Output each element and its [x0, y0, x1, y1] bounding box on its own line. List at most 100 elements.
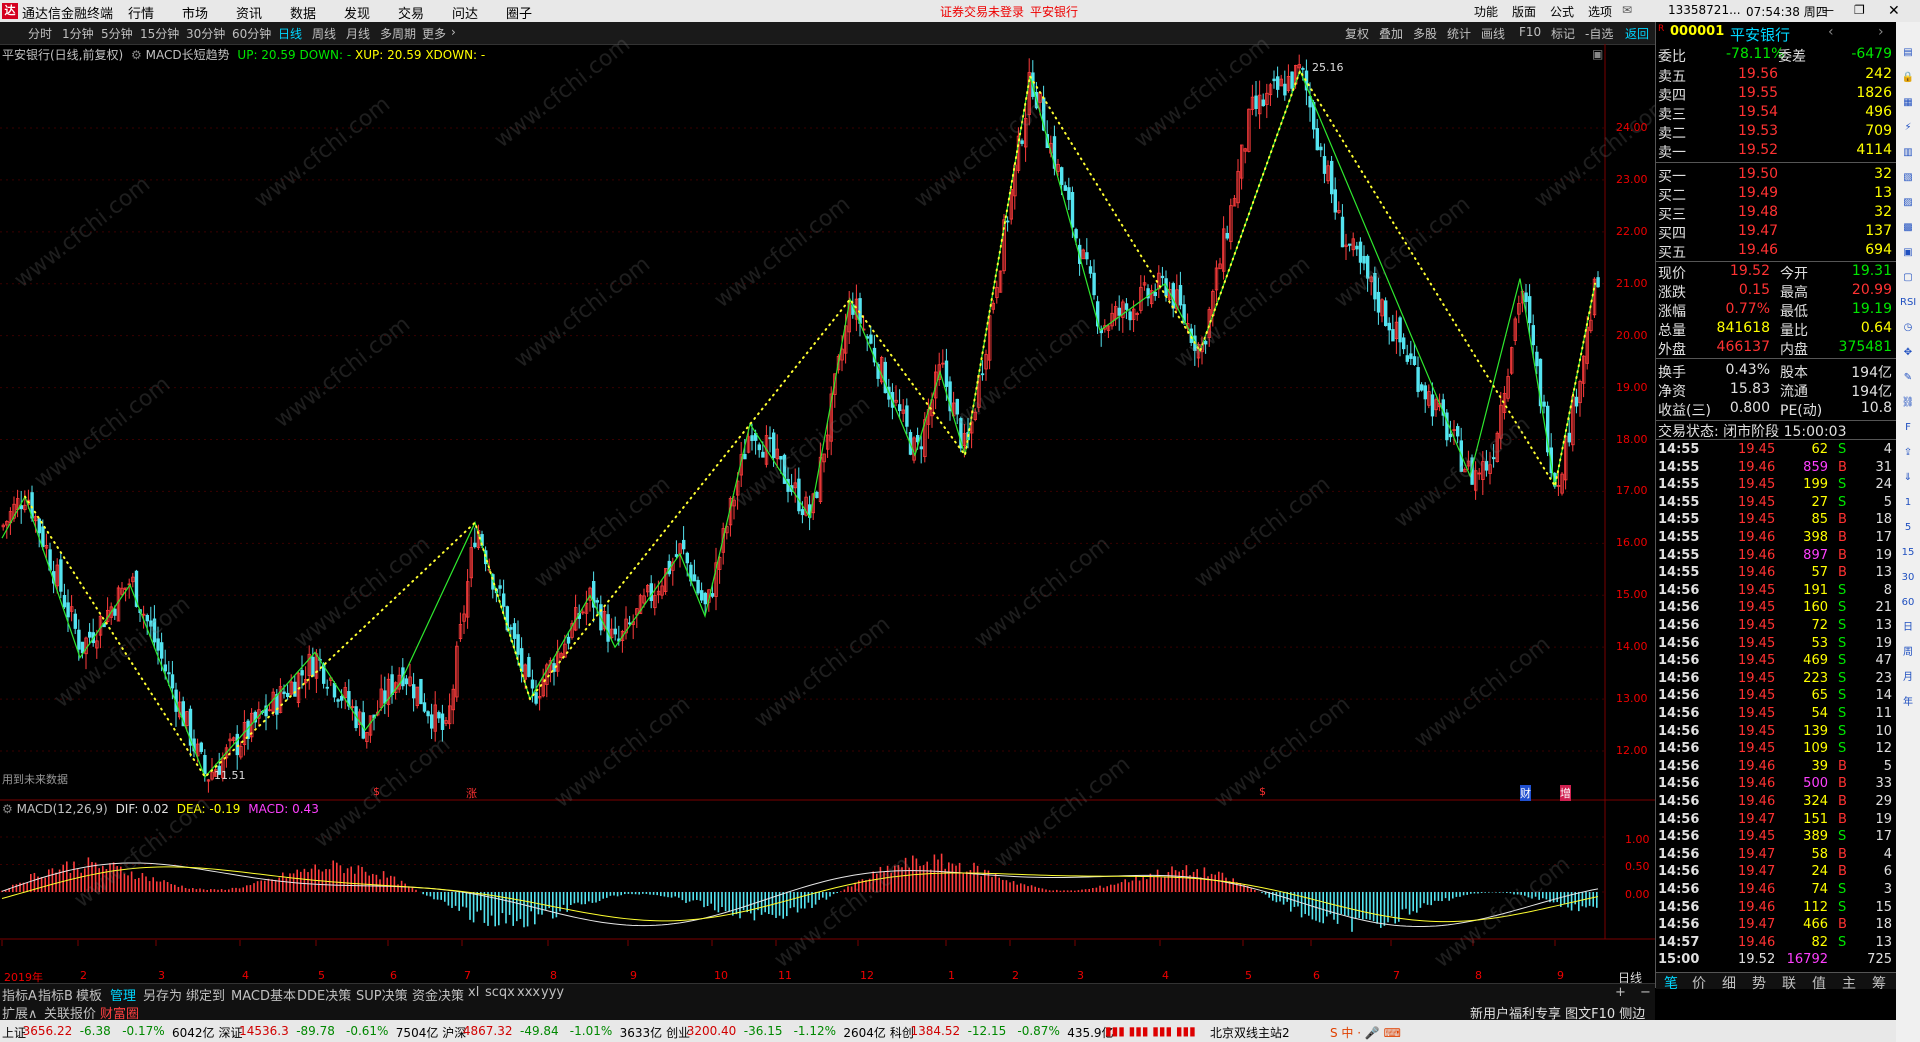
menu-zixun[interactable]: 资讯	[236, 3, 262, 22]
tick-row: 14:56 19.45 72 S 13	[1656, 618, 1896, 635]
15m-icon[interactable]: 15	[1900, 546, 1916, 560]
pen-icon[interactable]: ✎	[1900, 371, 1916, 385]
tick-cell: 19.47	[1738, 917, 1776, 933]
event-marker[interactable]: 增	[1560, 785, 1571, 801]
tool-f10[interactable]: F10	[1519, 25, 1541, 39]
lock-icon[interactable]: 🔒	[1900, 71, 1916, 85]
period-5min[interactable]: 5分钟	[101, 25, 133, 42]
period-15min[interactable]: 15分钟	[140, 25, 179, 42]
maximize-icon[interactable]: ❐	[1854, 3, 1865, 17]
period-more[interactable]: 更多	[422, 25, 446, 42]
quote-tab[interactable]: 势	[1752, 973, 1766, 993]
menu-gongneng[interactable]: 功能	[1474, 3, 1498, 20]
tool-huaxian[interactable]: 画线	[1481, 25, 1505, 42]
menu-jiaoyi[interactable]: 交易	[398, 3, 424, 22]
share-icon[interactable]: ⇪	[1900, 446, 1916, 460]
tab-yyy[interactable]: yyy	[541, 985, 564, 1000]
macd-gear-icon[interactable]: ⚙	[2, 802, 13, 816]
period-multi[interactable]: 多周期	[380, 25, 416, 42]
account-id[interactable]: 13358721...	[1668, 3, 1741, 17]
link-icon[interactable]: ⛓	[1900, 396, 1916, 410]
quote-tab[interactable]: 值	[1812, 973, 1826, 993]
table-icon[interactable]: ▧	[1900, 171, 1916, 185]
period-daily[interactable]: 日线	[278, 25, 302, 42]
move-icon[interactable]: ✥	[1900, 346, 1916, 360]
tab-xl[interactable]: xl	[468, 985, 479, 1000]
tool-fanhui[interactable]: 返回	[1625, 25, 1649, 42]
quote-icon[interactable]: ▦	[1900, 96, 1916, 110]
1m-icon[interactable]: 1	[1900, 496, 1916, 510]
login-notice[interactable]: 证券交易未登录	[940, 3, 1024, 20]
tick-cell: 19.45	[1738, 635, 1776, 651]
next-stock-icon[interactable]: ›	[1878, 24, 1884, 40]
month-icon[interactable]: 月	[1900, 671, 1916, 685]
book-icon[interactable]: ▢	[1900, 271, 1916, 285]
index-chg: -89.78	[296, 1024, 335, 1038]
download-icon[interactable]: ⇓	[1900, 471, 1916, 485]
event-marker[interactable]: 涨	[466, 785, 477, 801]
period-weekly[interactable]: 周线	[312, 25, 336, 42]
menu-shichang[interactable]: 市场	[182, 3, 208, 22]
menu-wenda[interactable]: 问达	[452, 3, 478, 22]
tool-fuquan[interactable]: 复权	[1345, 25, 1369, 42]
close-icon[interactable]: ✕	[1888, 3, 1900, 19]
event-marker[interactable]: $	[1259, 785, 1266, 798]
chart-settings-icon[interactable]: ▣	[1592, 47, 1603, 61]
minimize-icon[interactable]: —	[1822, 3, 1834, 17]
quote-tab[interactable]: 细	[1722, 973, 1736, 993]
zoom-out-icon[interactable]: −	[1640, 985, 1651, 1000]
quote-tab[interactable]: 主	[1842, 973, 1856, 993]
zoom-in-icon[interactable]: +	[1615, 985, 1626, 1000]
tool-duogu[interactable]: 多股	[1413, 25, 1437, 42]
60m-icon[interactable]: 60	[1900, 596, 1916, 610]
period-monthly[interactable]: 月线	[346, 25, 370, 42]
quote-tab[interactable]: 联	[1782, 973, 1796, 993]
week-icon[interactable]: 周	[1900, 646, 1916, 660]
flash-icon[interactable]: ⚡	[1900, 121, 1916, 135]
macd-name[interactable]: MACD(12,26,9)	[17, 802, 108, 816]
server-name[interactable]: 北京双线主站2	[1210, 1024, 1290, 1041]
l2-icon[interactable]: ▤	[1900, 46, 1916, 60]
candle	[1, 523, 5, 531]
ime-icon[interactable]: S 中 · 🎤 ⌨	[1330, 1024, 1401, 1041]
indicator-gear-icon[interactable]: ⚙	[131, 48, 142, 62]
quote-tab[interactable]: 价	[1692, 973, 1706, 993]
quote-tab[interactable]: 筹	[1872, 973, 1886, 993]
menu-shuju[interactable]: 数据	[290, 3, 316, 22]
menu-hangqing[interactable]: 行情	[128, 3, 154, 22]
candle	[822, 453, 826, 473]
period-fenshi[interactable]: 分时	[28, 25, 52, 42]
menu-xuanxiang[interactable]: 选项	[1588, 3, 1612, 20]
tool-zixuan[interactable]: -自选	[1585, 25, 1613, 42]
tool-diejia[interactable]: 叠加	[1379, 25, 1403, 42]
year-icon[interactable]: 年	[1900, 696, 1916, 710]
prev-stock-icon[interactable]: ‹	[1828, 24, 1834, 40]
30m-icon[interactable]: 30	[1900, 571, 1916, 585]
calc-icon[interactable]: ▨	[1900, 196, 1916, 210]
f-icon[interactable]: F	[1900, 421, 1916, 435]
news-icon[interactable]: ▣	[1900, 246, 1916, 260]
menu-quanzi[interactable]: 圈子	[506, 3, 532, 22]
rsi-icon[interactable]: RSI	[1900, 296, 1916, 310]
doc-icon[interactable]: ▩	[1900, 221, 1916, 235]
period-1min[interactable]: 1分钟	[62, 25, 94, 42]
tool-biaoji[interactable]: 标记	[1551, 25, 1575, 42]
mail-icon[interactable]: ✉	[1622, 3, 1632, 17]
tab-scqx[interactable]: scqx	[485, 985, 515, 1000]
chart-icon[interactable]: ▥	[1900, 146, 1916, 160]
menu-gongshi[interactable]: 公式	[1550, 3, 1574, 20]
period-60min[interactable]: 60分钟	[232, 25, 271, 42]
menu-banmian[interactable]: 版面	[1512, 3, 1536, 20]
clock-icon[interactable]: ◷	[1900, 321, 1916, 335]
period-30min[interactable]: 30分钟	[186, 25, 225, 42]
tick-cell: S	[1838, 670, 1847, 686]
tool-tongji[interactable]: 统计	[1447, 25, 1471, 42]
event-marker[interactable]: 财	[1520, 785, 1531, 801]
indicator-name[interactable]: MACD长短趋势	[146, 48, 230, 62]
more-chevron-icon[interactable]: ›	[451, 25, 456, 39]
5m-icon[interactable]: 5	[1900, 521, 1916, 535]
menu-faxian[interactable]: 发现	[344, 3, 370, 22]
day-icon[interactable]: 日	[1900, 621, 1916, 635]
tab-xxx[interactable]: xxx	[517, 985, 540, 1000]
quote-tab[interactable]: 笔	[1664, 973, 1678, 993]
